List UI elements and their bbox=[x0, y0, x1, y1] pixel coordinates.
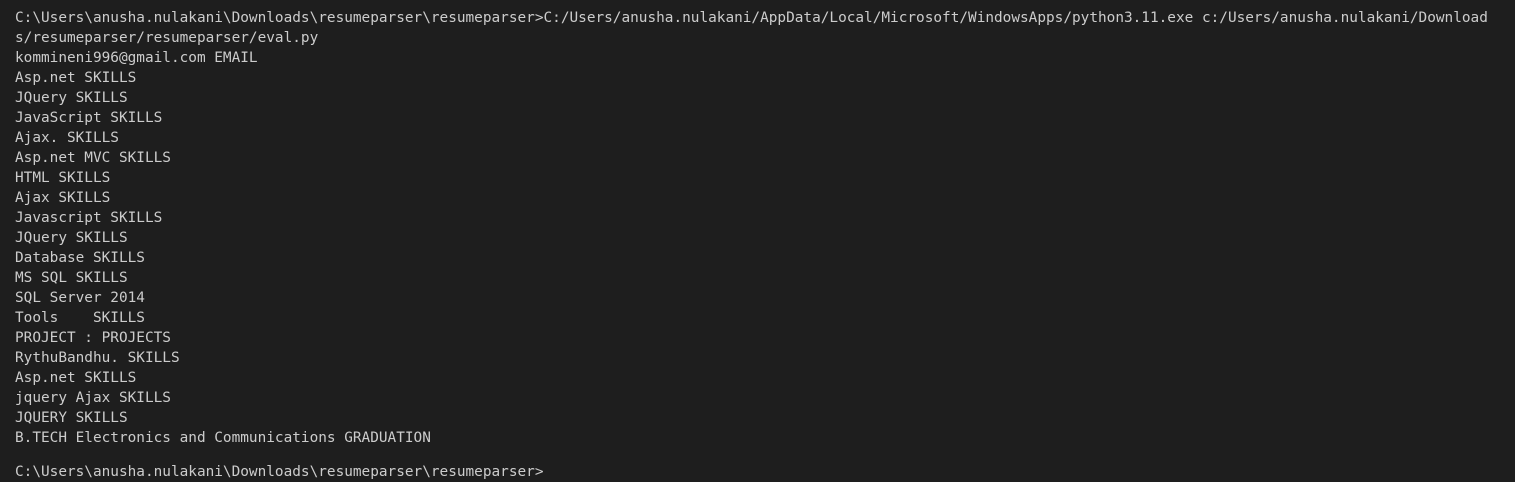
output-line-5: Ajax. SKILLS bbox=[15, 130, 119, 146]
command-line: C:\Users\anusha.nulakani\Downloads\resum… bbox=[15, 10, 1488, 46]
output-line-8: Ajax SKILLS bbox=[15, 190, 111, 206]
output-line-6: Asp.net MVC SKILLS bbox=[15, 150, 171, 166]
output-line-14: Tools SKILLS bbox=[15, 310, 145, 326]
prompt-line-cut-off: C:\Users\anusha.nulakani\Downloads\resum… bbox=[15, 464, 544, 480]
output-line-19: JQUERY SKILLS bbox=[15, 410, 128, 426]
output-line-10: JQuery SKILLS bbox=[15, 230, 128, 246]
terminal-panel[interactable]: C:\Users\anusha.nulakani\Downloads\resum… bbox=[0, 0, 1515, 472]
output-line-20: B.TECH Electronics and Communications GR… bbox=[15, 430, 431, 446]
output-line-17: Asp.net SKILLS bbox=[15, 370, 137, 386]
output-line-18: jquery Ajax SKILLS bbox=[15, 390, 171, 406]
output-line-11: Database SKILLS bbox=[15, 250, 145, 266]
output-line-13: SQL Server 2014 bbox=[15, 290, 145, 306]
output-line-4: JavaScript SKILLS bbox=[15, 110, 163, 126]
output-line-3: JQuery SKILLS bbox=[15, 90, 128, 106]
output-line-15: PROJECT : PROJECTS bbox=[15, 330, 171, 346]
output-line-7: HTML SKILLS bbox=[15, 170, 111, 186]
output-line-1: kommineni996@gmail.com EMAIL bbox=[15, 50, 258, 66]
output-line-12: MS SQL SKILLS bbox=[15, 270, 128, 286]
output-line-16: RythuBandhu. SKILLS bbox=[15, 350, 180, 366]
output-line-2: Asp.net SKILLS bbox=[15, 70, 137, 86]
output-line-9: Javascript SKILLS bbox=[15, 210, 163, 226]
